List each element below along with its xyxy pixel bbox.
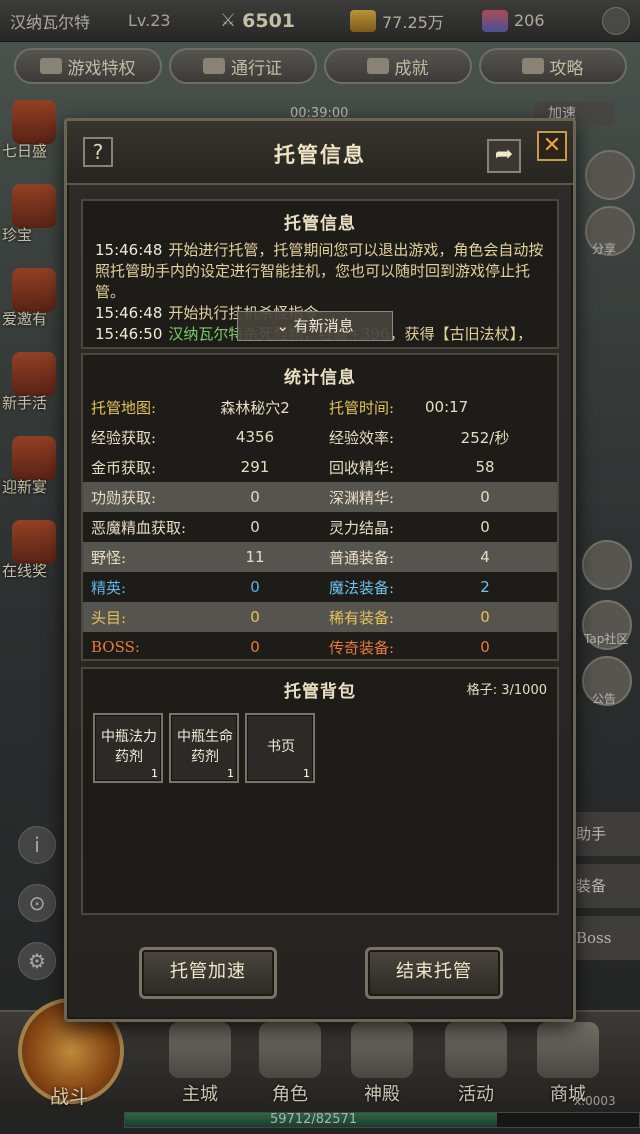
arrow-down-icon: ⌄ xyxy=(276,317,289,335)
bag-slot[interactable]: 书页 1 xyxy=(245,713,315,783)
stat-key: 普通装备: xyxy=(329,548,395,567)
stat-value: 0 xyxy=(480,488,490,506)
stat-key: 托管时间: xyxy=(329,398,395,417)
log-time: 15:46:48 xyxy=(95,241,163,259)
stat-key: 托管地图: xyxy=(91,398,157,417)
stat-value: 58 xyxy=(475,458,495,476)
stat-key: 功勋获取: xyxy=(91,488,157,507)
stat-value: 0 xyxy=(250,578,260,596)
stat-row: BOSS: 0 传奇装备: 0 xyxy=(83,632,557,662)
stat-key: 回收精华: xyxy=(329,458,395,477)
item-count: 1 xyxy=(303,767,310,780)
stat-value: 0 xyxy=(480,518,490,536)
share-icon[interactable]: ➦ xyxy=(487,139,521,173)
stat-value: 252/秒 xyxy=(460,428,510,447)
stat-row: 经验获取: 4356 经验效率: 252/秒 xyxy=(83,422,557,452)
stat-value: 0 xyxy=(480,638,490,656)
bag-slot[interactable]: 中瓶法力药剂 1 xyxy=(93,713,163,783)
stats-panel: 统计信息 托管地图: 森林秘穴2 托管时间: 00:17 经验获取: 4356 经验效率:… xyxy=(81,353,559,661)
hosting-speedup-button[interactable]: 托管加速 xyxy=(139,947,277,999)
stat-value: 0 xyxy=(250,488,260,506)
stat-key: 头目: xyxy=(91,608,127,627)
log-time: 15:46:48 xyxy=(95,304,163,322)
end-hosting-button[interactable]: 结束托管 xyxy=(365,947,503,999)
item-name: 中瓶生命药剂 xyxy=(177,729,233,765)
item-count: 1 xyxy=(227,767,234,780)
stat-row: 头目: 0 稀有装备: 0 xyxy=(83,602,557,632)
stat-value: 2 xyxy=(480,578,490,596)
bag-panel: 托管背包 格子: 3/1000 中瓶法力药剂 1 中瓶生命药剂 1 书页 1 xyxy=(81,667,559,915)
stat-key: 精英: xyxy=(91,578,127,597)
log-player-name: 汉纳瓦尔特 xyxy=(168,325,244,343)
stat-row: 野怪: 11 普通装备: 4 xyxy=(83,542,557,572)
stat-key: 传奇装备: xyxy=(329,638,395,657)
stat-key: 经验获取: xyxy=(91,428,157,447)
stat-key: 魔法装备: xyxy=(329,578,395,597)
stat-key: 经验效率: xyxy=(329,428,395,447)
new-message-label: 有新消息 xyxy=(293,317,354,335)
stat-key: 灵力结晶: xyxy=(329,518,395,537)
stat-value: 00:17 xyxy=(425,398,469,416)
stat-row: 功勋获取: 0 深渊精华: 0 xyxy=(83,482,557,512)
stat-key: BOSS: xyxy=(91,638,140,656)
close-icon[interactable]: ✕ xyxy=(537,131,567,161)
stat-value: 11 xyxy=(245,548,265,566)
stat-value: 0 xyxy=(480,608,490,626)
log-time: 15:46:50 xyxy=(95,325,163,343)
stats-table: 托管地图: 森林秘穴2 托管时间: 00:17 经验获取: 4356 经验效率: 252/秒… xyxy=(83,392,557,662)
dialog-header: ? 托管信息 ➦ ✕ xyxy=(67,121,573,185)
stat-key: 深渊精华: xyxy=(329,488,395,507)
new-message-tip[interactable]: ⌄ 有新消息 xyxy=(237,311,393,341)
item-name: 中瓶法力药剂 xyxy=(101,729,157,765)
stat-key: 恶魔精血获取: xyxy=(91,518,187,537)
stat-key: 金币获取: xyxy=(91,458,157,477)
stat-value: 0 xyxy=(250,638,260,656)
stat-value: 森林秘穴2 xyxy=(220,398,290,417)
stat-key: 稀有装备: xyxy=(329,608,395,627)
log-title: 托管信息 xyxy=(284,214,356,234)
bag-header: 托管背包 格子: 3/1000 xyxy=(83,669,557,705)
stat-value: 291 xyxy=(240,458,270,476)
bag-grid: 中瓶法力药剂 1 中瓶生命药剂 1 书页 1 xyxy=(83,705,557,783)
item-name: 书页 xyxy=(267,739,295,755)
stat-key: 野怪: xyxy=(91,548,127,567)
stat-row: 托管地图: 森林秘穴2 托管时间: 00:17 xyxy=(83,392,557,422)
hosting-info-dialog: ? 托管信息 ➦ ✕ 托管信息 15:46:48 开始进行托管，托管期间您可以退出… xyxy=(64,118,576,1022)
log-text: 开始进行托管，托管期间您可以退出游戏，角色会自动按照托管助手内的设定进行智能挂机… xyxy=(95,241,544,301)
stat-value: 0 xyxy=(250,608,260,626)
stat-value: 4356 xyxy=(235,428,275,446)
item-count: 1 xyxy=(151,767,158,780)
bag-slot[interactable]: 中瓶生命药剂 1 xyxy=(169,713,239,783)
stat-row: 精英: 0 魔法装备: 2 xyxy=(83,572,557,602)
stat-value: 0 xyxy=(250,518,260,536)
stats-title: 统计信息 xyxy=(284,368,356,388)
stat-row: 金币获取: 291 回收精华: 58 xyxy=(83,452,557,482)
stat-row: 恶魔精血获取: 0 灵力结晶: 0 xyxy=(83,512,557,542)
stat-value: 4 xyxy=(480,548,490,566)
bag-capacity: 格子: 3/1000 xyxy=(466,683,547,698)
log-line: 15:46:48 开始进行托管，托管期间您可以退出游戏，角色会自动按照托管助手内的… xyxy=(95,240,545,303)
log-panel[interactable]: 托管信息 15:46:48 开始进行托管，托管期间您可以退出游戏，角色会自动按照托… xyxy=(81,199,559,349)
